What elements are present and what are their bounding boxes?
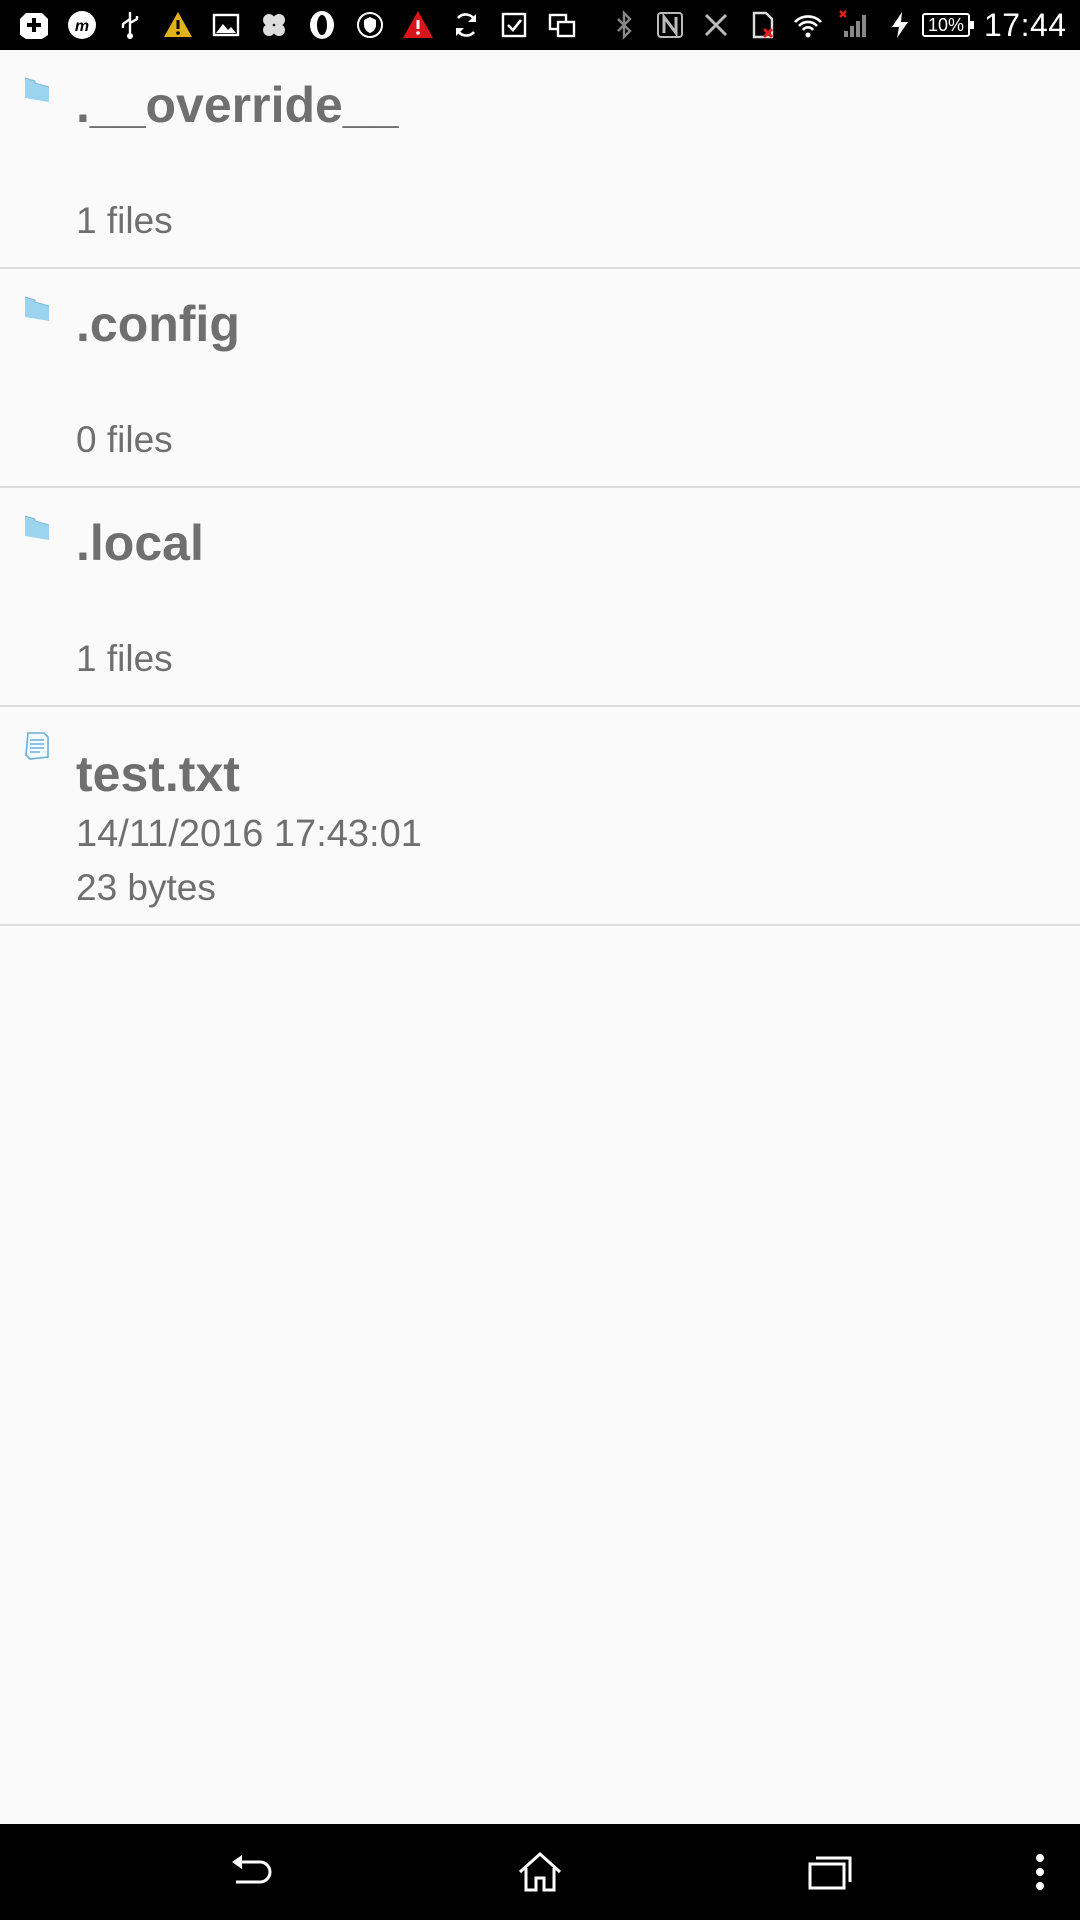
no-signal-x-icon — [700, 9, 732, 41]
folder-icon — [22, 293, 52, 323]
list-item-folder[interactable]: .config 0 files — [0, 269, 1080, 488]
battery-level: 10% — [922, 13, 974, 37]
hexagon-app-icon — [258, 9, 290, 41]
nfc-icon — [654, 9, 686, 41]
warning-red-icon — [402, 9, 434, 41]
file-list: .__override__ 1 files .config 0 files .l… — [0, 50, 1080, 926]
bluetooth-icon — [608, 9, 640, 41]
overflow-menu-icon[interactable] — [1014, 1846, 1066, 1898]
clock: 17:44 — [984, 6, 1067, 43]
system-icons: 10% 17:44 — [594, 7, 1067, 44]
copy-icon — [546, 9, 578, 41]
back-icon[interactable] — [224, 1846, 280, 1898]
file-name: .config — [76, 296, 240, 352]
list-item-file[interactable]: test.txt 14/11/2016 17:43:01 23 bytes — [0, 707, 1080, 926]
file-count: 0 files — [76, 419, 173, 460]
image-icon — [210, 9, 242, 41]
sync-icon — [450, 9, 482, 41]
text-file-icon — [22, 731, 52, 761]
opera-icon — [306, 9, 338, 41]
add-notification-icon — [18, 9, 50, 41]
svg-text:m: m — [75, 18, 89, 35]
recents-icon[interactable] — [802, 1846, 858, 1898]
sim-error-icon — [746, 9, 778, 41]
file-name: test.txt — [76, 746, 240, 802]
file-count: 1 files — [76, 638, 173, 679]
warning-yellow-icon — [162, 9, 194, 41]
navigation-bar — [0, 1824, 1080, 1920]
file-name: .local — [76, 515, 204, 571]
home-icon[interactable] — [512, 1846, 568, 1898]
notification-icons: m — [18, 9, 594, 41]
shield-app-icon — [354, 9, 386, 41]
file-name: .__override__ — [76, 77, 399, 133]
checkbox-icon — [498, 9, 530, 41]
status-bar: m 10% 17:44 — [0, 0, 1080, 50]
list-item-folder[interactable]: .local 1 files — [0, 488, 1080, 707]
file-count: 1 files — [76, 200, 173, 241]
file-size: 23 bytes — [76, 867, 216, 908]
wifi-icon — [792, 9, 824, 41]
file-modified-date: 14/11/2016 17:43:01 — [76, 813, 422, 855]
list-item-folder[interactable]: .__override__ 1 files — [0, 50, 1080, 269]
folder-icon — [22, 512, 52, 542]
usb-icon — [114, 9, 146, 41]
charging-icon — [884, 9, 916, 41]
folder-icon — [22, 74, 52, 104]
cell-signal-icon — [838, 9, 870, 41]
m-app-icon: m — [66, 9, 98, 41]
